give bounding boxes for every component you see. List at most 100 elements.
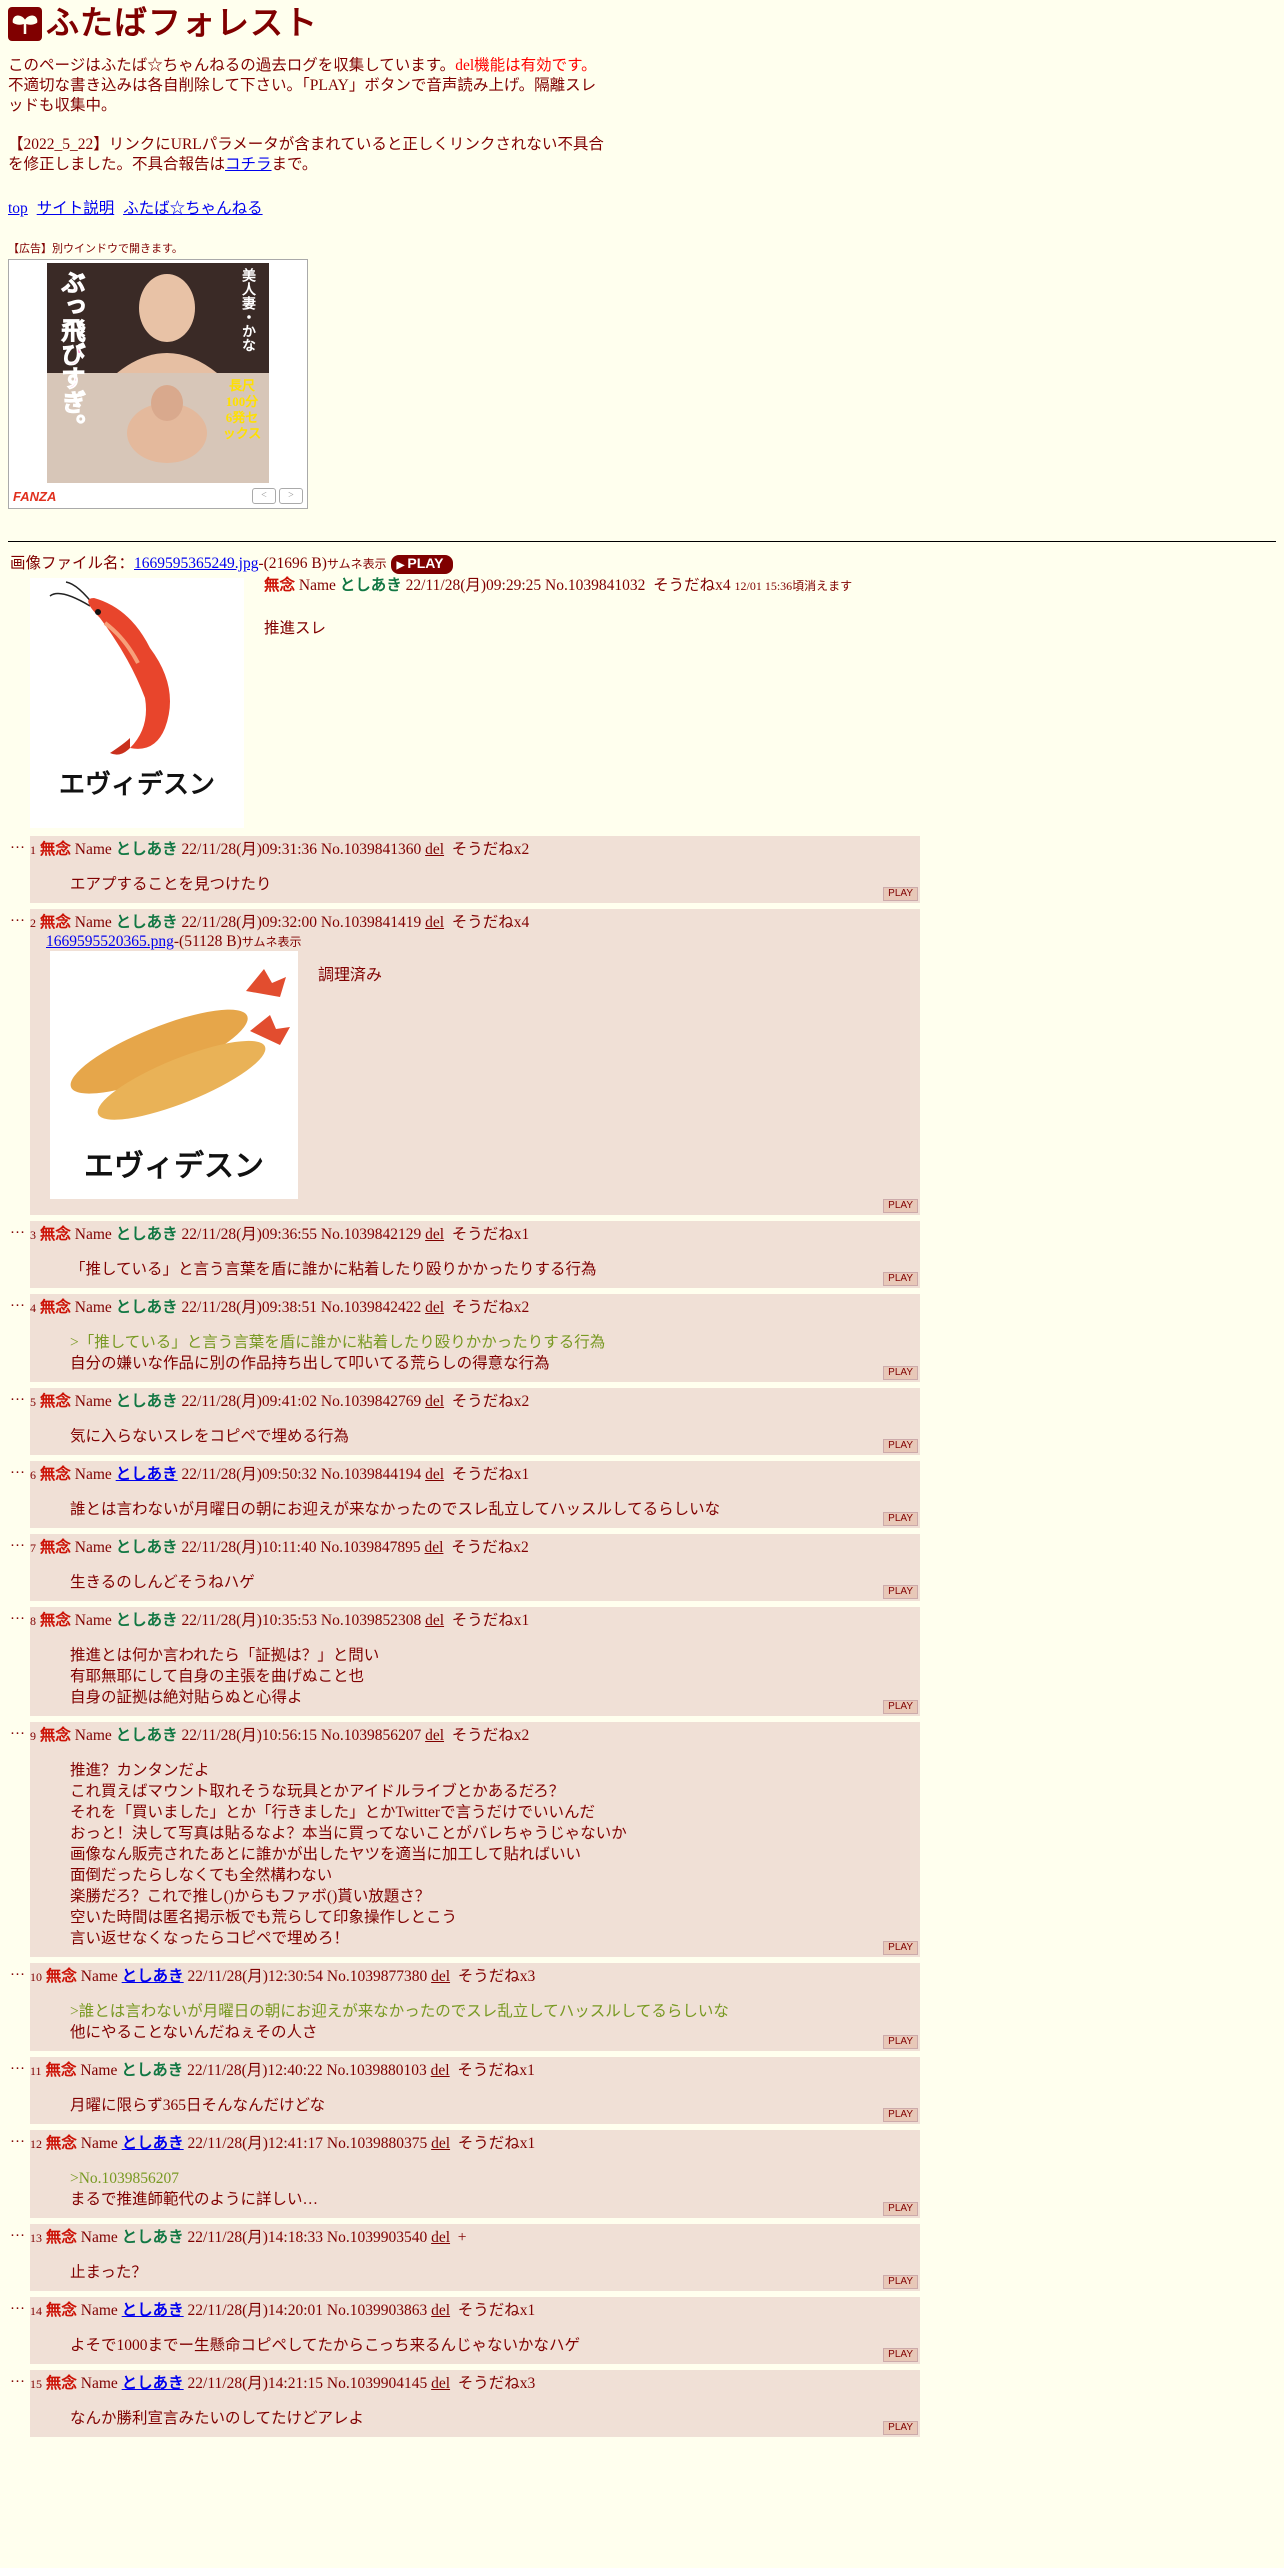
ad-prev-button[interactable]: <: [252, 488, 276, 504]
reply-number[interactable]: No.1039841360: [321, 841, 421, 858]
reply-soudane[interactable]: そうだねx2: [452, 1727, 530, 1744]
reply-number[interactable]: No.1039903540: [327, 2229, 427, 2246]
reply-del-link[interactable]: del: [431, 2229, 450, 2246]
nav-top-link[interactable]: top: [8, 200, 28, 217]
reply-soudane[interactable]: そうだねx1: [452, 1466, 530, 1483]
reply-del-link[interactable]: del: [425, 1466, 444, 1483]
reply-number[interactable]: No.1039880103: [326, 2062, 426, 2079]
reply-soudane[interactable]: そうだねx3: [458, 2375, 536, 2392]
reply-soudane[interactable]: そうだねx1: [452, 1612, 530, 1629]
reply-name-link[interactable]: としあき: [122, 2375, 184, 2392]
reply-number[interactable]: No.1039880375: [327, 2135, 427, 2152]
reply-play-button[interactable]: PLAY: [883, 2275, 918, 2289]
reply-soudane[interactable]: そうだねx1: [457, 2062, 535, 2079]
reply-name-label: Name: [80, 2229, 118, 2246]
reply-play-button[interactable]: PLAY: [883, 1199, 918, 1213]
reply-soudane[interactable]: +: [458, 2229, 467, 2246]
reply-number[interactable]: No.1039841419: [321, 914, 421, 931]
nav-futaba-link[interactable]: ふたば☆ちゃんねる: [123, 200, 263, 217]
reply-del-link[interactable]: del: [425, 1226, 444, 1243]
reply-del-link[interactable]: del: [431, 1968, 450, 1985]
op-number[interactable]: No.1039841032: [545, 577, 645, 594]
reply-subject: 無念: [39, 1299, 71, 1316]
reply-play-button[interactable]: PLAY: [883, 2421, 918, 2435]
reply-header: 2 無念 Name としあき 22/11/28(月)09:32:00 No.10…: [30, 913, 920, 933]
reply-number[interactable]: No.1039842129: [321, 1226, 421, 1243]
reply-header: 9 無念 Name としあき 22/11/28(月)10:56:15 No.10…: [30, 1726, 920, 1746]
reply-body: よそで1000までー生懸命コピペしてたからこっち来るんじゃないかなハゲ: [70, 2335, 920, 2356]
reply-del-link[interactable]: del: [425, 914, 444, 931]
reply-thumbnail[interactable]: エヴィデスン: [50, 951, 298, 1199]
reply-name-link[interactable]: としあき: [122, 1968, 184, 1985]
reply-datetime: 22/11/28(月)09:31:36: [181, 841, 318, 858]
reply-body: なんか勝利宣言みたいのしてたけどアレよ: [70, 2408, 920, 2429]
op-play-button[interactable]: PLAY: [390, 554, 454, 574]
bug-report-link[interactable]: コチラ: [225, 156, 272, 173]
op-thumb-toggle[interactable]: サムネ表示: [327, 557, 387, 571]
reply-subject: 無念: [45, 1968, 77, 1985]
reply-number[interactable]: No.1039842422: [321, 1299, 421, 1316]
reply-row: … 3 無念 Name としあき 22/11/28(月)09:36:55 No.1…: [8, 1221, 1276, 1288]
nav-about-link[interactable]: サイト説明: [37, 200, 115, 217]
reply-del-link[interactable]: del: [431, 2302, 450, 2319]
reply-del-link[interactable]: del: [425, 1393, 444, 1410]
reply-number[interactable]: No.1039904145: [327, 2375, 427, 2392]
reply-del-link[interactable]: del: [431, 2062, 450, 2079]
reply-header: 7 無念 Name としあき 22/11/28(月)10:11:40 No.10…: [30, 1538, 920, 1558]
reply-del-link[interactable]: del: [425, 841, 444, 858]
reply-body: 生きるのしんどそうねハゲ: [70, 1572, 920, 1593]
reply-play-button[interactable]: PLAY: [883, 1512, 918, 1526]
reply-play-button[interactable]: PLAY: [883, 2108, 918, 2122]
reply-soudane[interactable]: そうだねx1: [458, 2302, 536, 2319]
reply-play-button[interactable]: PLAY: [883, 1585, 918, 1599]
reply-datetime: 22/11/28(月)14:20:01: [187, 2302, 324, 2319]
reply-thumb-toggle[interactable]: サムネ表示: [242, 935, 302, 949]
reply-del-link[interactable]: del: [425, 1727, 444, 1744]
reply-play-button[interactable]: PLAY: [883, 887, 918, 901]
fried-shrimp-image: エヴィデスン: [50, 951, 298, 1199]
reply-del-link[interactable]: del: [431, 2375, 450, 2392]
reply-soudane[interactable]: そうだねx4: [452, 914, 530, 931]
reply-name-link[interactable]: としあき: [122, 2135, 184, 2152]
reply-play-button[interactable]: PLAY: [883, 2035, 918, 2049]
reply-soudane[interactable]: そうだねx2: [452, 1393, 530, 1410]
reply-play-button[interactable]: PLAY: [883, 1700, 918, 1714]
reply-cell: 14 無念 Name としあき 22/11/28(月)14:20:01 No.1…: [30, 2297, 920, 2364]
futaba-leaf-icon[interactable]: [8, 7, 42, 41]
ad-next-button[interactable]: >: [279, 488, 303, 504]
reply-del-link[interactable]: del: [425, 1612, 444, 1629]
reply-number[interactable]: No.1039842769: [321, 1393, 421, 1410]
reply-soudane[interactable]: そうだねx2: [452, 841, 530, 858]
reply-soudane[interactable]: そうだねx1: [458, 2135, 536, 2152]
reply-file-link[interactable]: 1669595520365.png: [46, 933, 174, 950]
reply-soudane[interactable]: そうだねx2: [452, 1299, 530, 1316]
reply-play-button[interactable]: PLAY: [883, 1272, 918, 1286]
reply-play-button[interactable]: PLAY: [883, 2348, 918, 2362]
reply-number[interactable]: No.1039877380: [327, 1968, 427, 1985]
reply-del-link[interactable]: del: [425, 1539, 444, 1556]
reply-play-button[interactable]: PLAY: [883, 1366, 918, 1380]
reply-soudane[interactable]: そうだねx1: [452, 1226, 530, 1243]
reply-soudane[interactable]: そうだねx2: [451, 1539, 529, 1556]
reply-name-link[interactable]: としあき: [116, 1466, 178, 1483]
reply-play-button[interactable]: PLAY: [883, 1941, 918, 1955]
reply-number[interactable]: No.1039903863: [327, 2302, 427, 2319]
reply-number[interactable]: No.1039844194: [321, 1466, 421, 1483]
reply-name-link[interactable]: としあき: [122, 2302, 184, 2319]
reply-name: としあき: [115, 1299, 178, 1316]
reply-del-link[interactable]: del: [431, 2135, 450, 2152]
op-file-link[interactable]: 1669595365249.jpg: [134, 555, 258, 572]
ad-banner[interactable]: ぶっ飛びすぎ。 美人妻・かな 長尺100分 6発セックス FANZA < >: [8, 259, 308, 509]
reply-line: 面倒だったらしなくても全然構わない: [70, 1867, 333, 1884]
reply-body: 誰とは言わないが月曜日の朝にお迎えが来なかったのでスレ乱立してハッスルしてるらし…: [70, 1499, 920, 1520]
reply-play-button[interactable]: PLAY: [883, 2202, 918, 2216]
reply-play-button[interactable]: PLAY: [883, 1439, 918, 1453]
reply-soudane[interactable]: そうだねx3: [458, 1968, 536, 1985]
reply-number[interactable]: No.1039856207: [321, 1727, 421, 1744]
op-thumbnail[interactable]: エヴィデスン: [30, 578, 244, 828]
reply-number[interactable]: No.1039852308: [321, 1612, 421, 1629]
reply-number[interactable]: No.1039847895: [320, 1539, 420, 1556]
op-soudane[interactable]: そうだねx4: [653, 577, 731, 594]
reply-del-link[interactable]: del: [425, 1299, 444, 1316]
shrimp-image: エヴィデスン: [30, 578, 244, 828]
